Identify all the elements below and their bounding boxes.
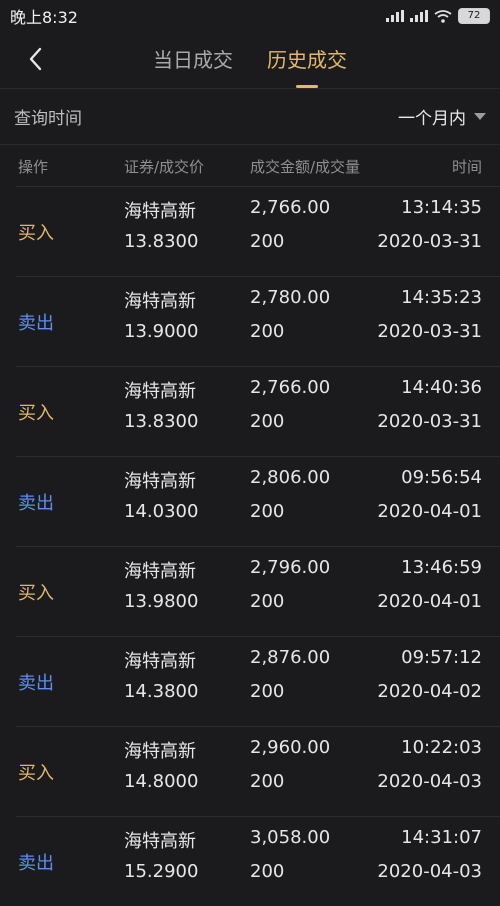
trade-price: 14.0300 <box>124 501 199 522</box>
signal-icon <box>386 10 404 22</box>
table-row[interactable]: 卖出 海特高新 15.2900 3,058.00 200 14:31:07 20… <box>16 816 500 906</box>
trade-time: 09:56:54 <box>401 467 482 488</box>
trade-operation: 买入 <box>18 222 54 244</box>
security-name: 海特高新 <box>124 741 196 762</box>
security-name: 海特高新 <box>124 831 196 852</box>
trade-amount: 2,780.00 <box>250 287 331 308</box>
security-name: 海特高新 <box>124 471 196 492</box>
trade-date: 2020-03-31 <box>377 411 482 432</box>
trade-operation: 卖出 <box>18 312 54 334</box>
table-row[interactable]: 买入 海特高新 13.8300 2,766.00 200 14:40:36 20… <box>16 366 500 456</box>
status-time: 晚上8:32 <box>10 8 78 27</box>
table-row[interactable]: 买入 海特高新 14.8000 2,960.00 200 10:22:03 20… <box>16 726 500 816</box>
trade-volume: 200 <box>250 321 285 342</box>
trade-date: 2020-04-02 <box>377 681 482 702</box>
trade-volume: 200 <box>250 231 285 252</box>
trade-volume: 200 <box>250 861 285 882</box>
trade-price: 13.9800 <box>124 591 199 612</box>
trade-operation: 卖出 <box>18 852 54 874</box>
trade-list: 买入 海特高新 13.8300 2,766.00 200 13:14:35 20… <box>0 186 500 906</box>
trade-date: 2020-03-31 <box>377 321 482 342</box>
trade-price: 14.8000 <box>124 771 199 792</box>
table-row[interactable]: 卖出 海特高新 14.0300 2,806.00 200 09:56:54 20… <box>16 456 500 546</box>
trade-price: 15.2900 <box>124 861 199 882</box>
trade-date: 2020-04-03 <box>377 771 482 792</box>
trade-amount: 2,806.00 <box>250 467 331 488</box>
trade-time: 13:46:59 <box>401 557 482 578</box>
table-row[interactable]: 卖出 海特高新 14.3800 2,876.00 200 09:57:12 20… <box>16 636 500 726</box>
security-name: 海特高新 <box>124 381 196 402</box>
period-selector[interactable]: 一个月内 <box>398 104 486 129</box>
header-amount-volume: 成交金额/成交量 <box>250 157 361 176</box>
security-name: 海特高新 <box>124 561 196 582</box>
trade-amount: 2,766.00 <box>250 197 331 218</box>
trade-date: 2020-03-31 <box>377 231 482 252</box>
trade-time: 14:40:36 <box>401 377 482 398</box>
trade-price: 13.8300 <box>124 411 199 432</box>
trade-date: 2020-04-01 <box>377 501 482 522</box>
trade-time: 14:31:07 <box>401 827 482 848</box>
tab-bar: 当日成交 历史成交 <box>0 32 500 88</box>
trade-amount: 3,058.00 <box>250 827 331 848</box>
signal-icon-2 <box>410 10 428 22</box>
trade-price: 13.9000 <box>124 321 199 342</box>
trade-amount: 2,876.00 <box>250 647 331 668</box>
tab-history-trades[interactable]: 历史成交 <box>267 32 347 88</box>
tab-today-trades[interactable]: 当日成交 <box>153 32 233 88</box>
trade-volume: 200 <box>250 771 285 792</box>
table-row[interactable]: 买入 海特高新 13.8300 2,766.00 200 13:14:35 20… <box>16 186 500 276</box>
period-value: 一个月内 <box>398 109 466 129</box>
trade-volume: 200 <box>250 681 285 702</box>
wifi-icon <box>434 9 452 23</box>
header-operation: 操作 <box>18 157 49 176</box>
trade-date: 2020-04-01 <box>377 591 482 612</box>
trade-operation: 买入 <box>18 402 54 424</box>
security-name: 海特高新 <box>124 201 196 222</box>
trade-volume: 200 <box>250 411 285 432</box>
query-time-label: 查询时间 <box>14 109 82 129</box>
table-row[interactable]: 买入 海特高新 13.9800 2,796.00 200 13:46:59 20… <box>16 546 500 636</box>
caret-down-icon <box>474 113 486 120</box>
trade-time: 13:14:35 <box>401 197 482 218</box>
trade-volume: 200 <box>250 501 285 522</box>
status-indicators: 72 <box>386 8 490 24</box>
trade-amount: 2,960.00 <box>250 737 331 758</box>
table-header: 操作 证券/成交价 成交金额/成交量 时间 <box>0 144 500 187</box>
header-time: 时间 <box>451 157 482 176</box>
trade-operation: 卖出 <box>18 672 54 694</box>
status-bar: 晚上8:32 72 <box>0 0 500 32</box>
trade-operation: 卖出 <box>18 492 54 514</box>
table-row[interactable]: 卖出 海特高新 13.9000 2,780.00 200 14:35:23 20… <box>16 276 500 366</box>
trade-time: 10:22:03 <box>401 737 482 758</box>
trade-price: 14.3800 <box>124 681 199 702</box>
trade-operation: 买入 <box>18 582 54 604</box>
query-filter-bar: 查询时间 一个月内 <box>0 88 500 144</box>
trade-volume: 200 <box>250 591 285 612</box>
header-security-price: 证券/成交价 <box>124 157 205 176</box>
battery-icon: 72 <box>458 8 490 24</box>
security-name: 海特高新 <box>124 651 196 672</box>
trade-time: 09:57:12 <box>401 647 482 668</box>
trade-amount: 2,796.00 <box>250 557 331 578</box>
security-name: 海特高新 <box>124 291 196 312</box>
trade-amount: 2,766.00 <box>250 377 331 398</box>
top-nav: 当日成交 历史成交 <box>0 32 500 88</box>
trade-operation: 买入 <box>18 762 54 784</box>
trade-time: 14:35:23 <box>401 287 482 308</box>
trade-price: 13.8300 <box>124 231 199 252</box>
trade-date: 2020-04-03 <box>377 861 482 882</box>
